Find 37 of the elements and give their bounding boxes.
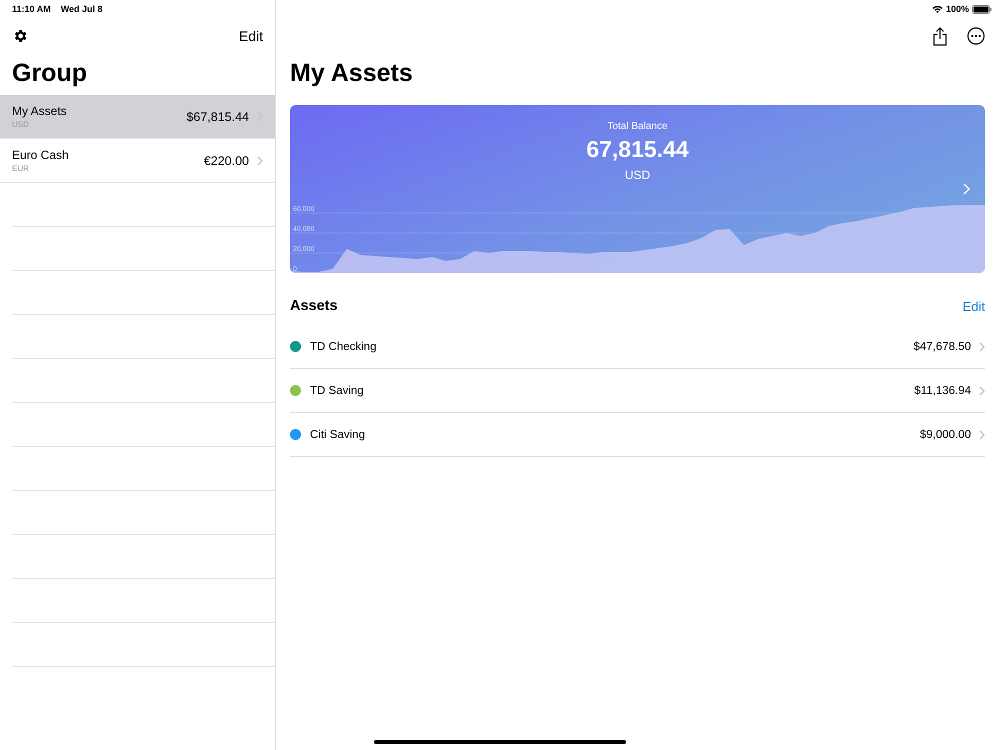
- asset-amount: $9,000.00: [920, 428, 971, 440]
- battery-percent: 100%: [946, 4, 969, 14]
- edit-button[interactable]: Edit: [238, 28, 263, 44]
- status-date: Wed Jul 8: [60, 4, 103, 14]
- chevron-icon: [979, 386, 985, 396]
- section-title: Assets: [290, 298, 338, 314]
- group-row[interactable]: My Assets USD $67,815.44: [0, 95, 275, 139]
- chevron-icon: [979, 430, 985, 440]
- balance-label: Total Balance: [607, 121, 668, 132]
- asset-name: TD Checking: [310, 340, 378, 352]
- asset-amount: $11,136.94: [914, 384, 971, 396]
- asset-name: Citi Saving: [310, 428, 366, 440]
- chevron-icon: [257, 156, 263, 166]
- settings-icon[interactable]: [12, 28, 28, 44]
- asset-row[interactable]: TD Checking $47,678.50: [290, 325, 985, 369]
- group-currency: EUR: [12, 164, 30, 173]
- group-amount: €220.00: [204, 154, 249, 168]
- balance-amount: 67,815.44: [586, 136, 689, 163]
- chevron-icon: [963, 183, 970, 195]
- group-name: Euro Cash: [12, 148, 70, 162]
- group-currency: USD: [12, 120, 30, 129]
- asset-row[interactable]: Citi Saving $9,000.00: [290, 413, 985, 457]
- group-name: My Assets: [12, 104, 68, 118]
- more-icon[interactable]: [967, 27, 985, 45]
- wifi-icon: [932, 5, 943, 13]
- share-icon[interactable]: [933, 26, 947, 46]
- group-amount: $67,815.44: [186, 110, 249, 124]
- battery-icon: [972, 4, 992, 14]
- asset-amount: $47,678.50: [913, 340, 971, 352]
- status-time: 11:10 AM: [12, 4, 51, 14]
- asset-name: TD Saving: [310, 384, 365, 396]
- page-title: My Assets: [290, 58, 414, 89]
- chevron-icon: [979, 342, 985, 352]
- asset-row[interactable]: TD Saving $11,136.94: [290, 369, 985, 413]
- sidebar-title: Group: [11, 58, 88, 89]
- balance-currency: USD: [624, 168, 650, 182]
- edit-link[interactable]: Edit: [962, 298, 985, 314]
